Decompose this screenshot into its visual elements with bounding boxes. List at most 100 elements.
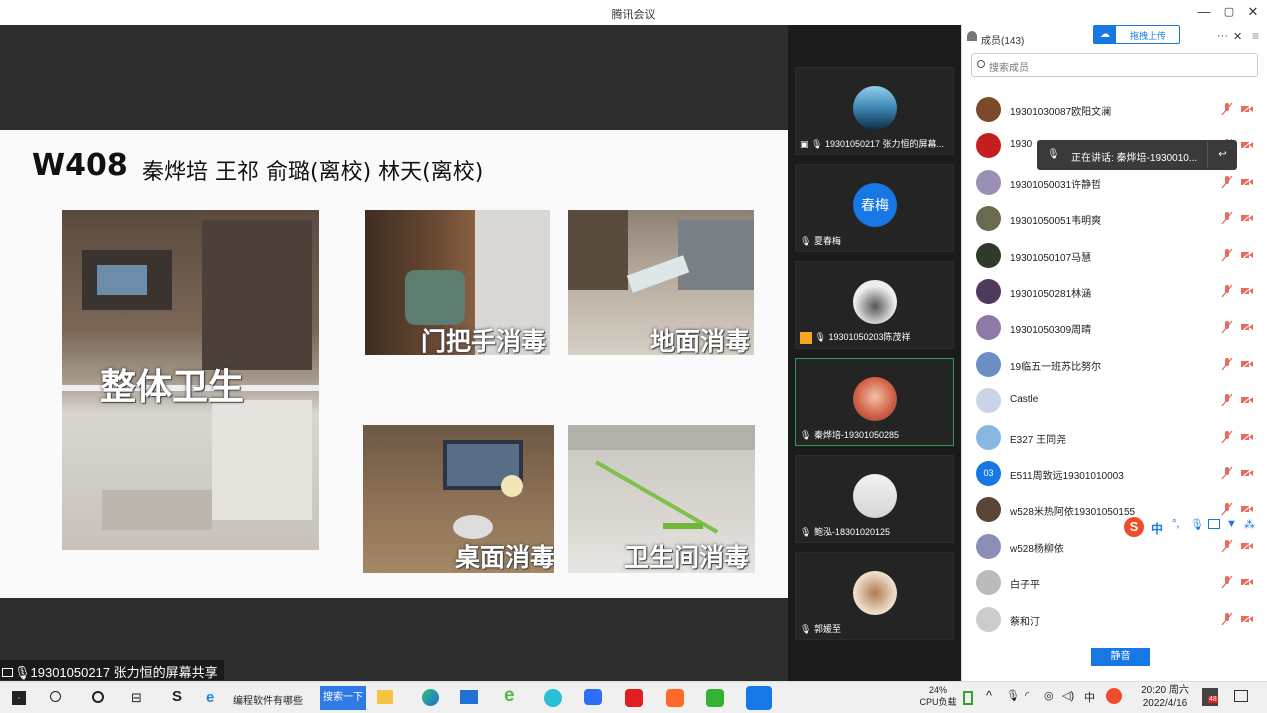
app-icon[interactable]: S bbox=[172, 688, 182, 708]
browser-taskbar-item[interactable]: e 编程软件有哪些 bbox=[203, 686, 313, 710]
ime-toolbar[interactable]: S 中 °, 🎙 ▼ ⁂ bbox=[1122, 516, 1267, 538]
sogou-tray-icon[interactable] bbox=[1106, 688, 1122, 704]
camera-off-icon[interactable] bbox=[1240, 176, 1254, 188]
video-tile[interactable]: 春梅 🎙 夏春梅 bbox=[795, 164, 954, 252]
music-app-icon[interactable] bbox=[625, 689, 643, 707]
file-explorer-icon[interactable] bbox=[377, 690, 393, 704]
member-name: w528杨柳依 bbox=[1010, 543, 1064, 555]
chat-app-icon[interactable] bbox=[584, 689, 602, 705]
task-view-icon[interactable]: ⊟ bbox=[131, 690, 142, 710]
mic-muted-icon[interactable] bbox=[1221, 502, 1233, 516]
close-button[interactable]: ✕ bbox=[1242, 3, 1264, 21]
keyboard-icon[interactable] bbox=[1208, 519, 1220, 529]
volume-icon[interactable]: ◁) bbox=[1062, 689, 1074, 709]
camera-off-icon[interactable] bbox=[1240, 249, 1254, 261]
app-icon[interactable] bbox=[544, 689, 562, 707]
camera-off-icon[interactable] bbox=[1240, 576, 1254, 588]
search-button[interactable]: 搜索一下 bbox=[320, 686, 366, 710]
member-row[interactable]: 03 E511周致远19301010003 bbox=[962, 455, 1267, 491]
search-icon[interactable] bbox=[50, 691, 61, 702]
member-row[interactable]: 19301050051韦明爽 bbox=[962, 200, 1267, 236]
video-tile[interactable]: 🎙 19301050203陈茂祥 bbox=[795, 261, 954, 349]
mic-muted-icon[interactable] bbox=[1221, 102, 1233, 116]
video-tile-active-speaker[interactable]: 🎙 秦烨培-19301050285 bbox=[795, 358, 954, 446]
punctuation-icon[interactable]: °, bbox=[1172, 518, 1179, 530]
mic-muted-icon[interactable] bbox=[1221, 393, 1233, 407]
wechat-icon[interactable] bbox=[706, 689, 724, 707]
camera-off-icon[interactable] bbox=[1240, 467, 1254, 479]
panel-close-button[interactable]: ✕ bbox=[1233, 30, 1242, 43]
skin-icon[interactable]: ▼ bbox=[1226, 518, 1237, 530]
voice-icon[interactable]: 🎙 bbox=[1190, 518, 1204, 531]
shared-screen-view[interactable]: W408 秦烨培 王祁 俞璐(离校) 林天(离校) 整体卫生 门把手消毒 地面消… bbox=[0, 25, 788, 681]
mic-muted-icon[interactable] bbox=[1221, 357, 1233, 371]
clock[interactable]: 20:20 周六 2022/4/16 bbox=[1135, 684, 1195, 712]
camera-off-icon[interactable] bbox=[1240, 103, 1254, 115]
member-row[interactable]: 蔡和汀 bbox=[962, 601, 1267, 637]
avatar bbox=[853, 280, 897, 324]
video-tile[interactable]: ▣ 🎙 19301050217 张力恒的屏幕... bbox=[795, 67, 954, 155]
photo-door-handle: 门把手消毒 bbox=[365, 210, 550, 355]
member-row[interactable]: Castle bbox=[962, 382, 1267, 418]
member-row[interactable]: 19临五一班苏比努尔 bbox=[962, 346, 1267, 382]
video-tile[interactable]: 🎙 郭媛至 bbox=[795, 552, 954, 640]
mic-muted-icon[interactable] bbox=[1221, 248, 1233, 262]
member-name: E327 王同尧 bbox=[1010, 434, 1067, 446]
avatar bbox=[976, 279, 1001, 304]
avatar bbox=[853, 571, 897, 615]
mic-muted-icon[interactable] bbox=[1221, 575, 1233, 589]
edge-icon[interactable] bbox=[422, 689, 439, 706]
camera-off-icon[interactable] bbox=[1240, 503, 1254, 515]
member-row[interactable]: 19301050107马慧 bbox=[962, 237, 1267, 273]
mic-muted-icon[interactable] bbox=[1221, 175, 1233, 189]
ime-language[interactable]: 中 bbox=[1151, 520, 1163, 537]
member-row[interactable]: 19301030087欧阳文澜 bbox=[962, 91, 1267, 127]
mic-muted-icon[interactable] bbox=[1221, 284, 1233, 298]
mic-muted-icon[interactable] bbox=[1221, 430, 1233, 444]
video-app-icon[interactable] bbox=[666, 689, 684, 707]
member-row[interactable]: E327 王同尧 bbox=[962, 419, 1267, 455]
chevron-up-icon[interactable]: ^ bbox=[986, 688, 992, 708]
camera-off-icon[interactable] bbox=[1240, 394, 1254, 406]
caption-desk: 桌面消毒 bbox=[455, 543, 554, 572]
member-row[interactable]: 19301050281林涵 bbox=[962, 273, 1267, 309]
member-search-input[interactable]: 搜索成员 bbox=[971, 53, 1258, 77]
mic-muted-icon[interactable] bbox=[1221, 612, 1233, 626]
camera-off-icon[interactable] bbox=[1240, 139, 1254, 151]
avatar bbox=[853, 377, 897, 421]
camera-off-icon[interactable] bbox=[1240, 285, 1254, 297]
mic-muted-icon[interactable] bbox=[1221, 320, 1233, 334]
camera-off-icon[interactable] bbox=[1240, 321, 1254, 333]
camera-off-icon[interactable] bbox=[1240, 358, 1254, 370]
mic-muted-icon[interactable] bbox=[1221, 466, 1233, 480]
wifi-icon[interactable]: ◜ bbox=[1025, 689, 1029, 709]
camera-off-icon[interactable] bbox=[1240, 613, 1254, 625]
start-icon[interactable] bbox=[12, 691, 26, 705]
restore-button[interactable]: ▢ bbox=[1218, 3, 1240, 21]
member-panel: 成员(143) ☁ 拖拽上传 ··· ✕ ≡ 搜索成员 19301030087欧… bbox=[961, 25, 1267, 681]
member-row[interactable]: 19301050309周晴 bbox=[962, 309, 1267, 345]
upload-button[interactable]: ☁ 拖拽上传 bbox=[1093, 25, 1180, 44]
mail-icon[interactable] bbox=[460, 690, 478, 704]
member-row[interactable]: 白子平 bbox=[962, 564, 1267, 600]
panel-menu-button[interactable]: ≡ bbox=[1252, 29, 1259, 43]
minimize-button[interactable]: — bbox=[1193, 3, 1215, 21]
input-method-icon[interactable]: 中 bbox=[1084, 689, 1095, 709]
tencent-meeting-icon[interactable] bbox=[746, 686, 772, 710]
reply-icon[interactable]: ↩ bbox=[1207, 142, 1237, 168]
toolbox-icon[interactable]: ⁂ bbox=[1244, 518, 1255, 531]
camera-off-icon[interactable] bbox=[1240, 431, 1254, 443]
mail-notification-icon[interactable]: 48 bbox=[1202, 688, 1218, 706]
mic-muted-icon[interactable] bbox=[1221, 539, 1233, 553]
video-tile[interactable]: 🎙 鲍泓-18301020125 bbox=[795, 455, 954, 543]
cortana-icon[interactable] bbox=[92, 691, 104, 703]
mic-muted-icon[interactable] bbox=[1221, 211, 1233, 225]
more-button[interactable]: ··· bbox=[1217, 30, 1228, 42]
action-center-icon[interactable] bbox=[1234, 690, 1248, 702]
ie-browser-icon[interactable]: e bbox=[504, 685, 515, 706]
share-screen-icon bbox=[2, 668, 13, 677]
camera-off-icon[interactable] bbox=[1240, 540, 1254, 552]
network-icon[interactable]: ◎ bbox=[1044, 689, 1054, 709]
mute-all-button[interactable]: 静音 bbox=[1091, 648, 1150, 666]
camera-off-icon[interactable] bbox=[1240, 212, 1254, 224]
